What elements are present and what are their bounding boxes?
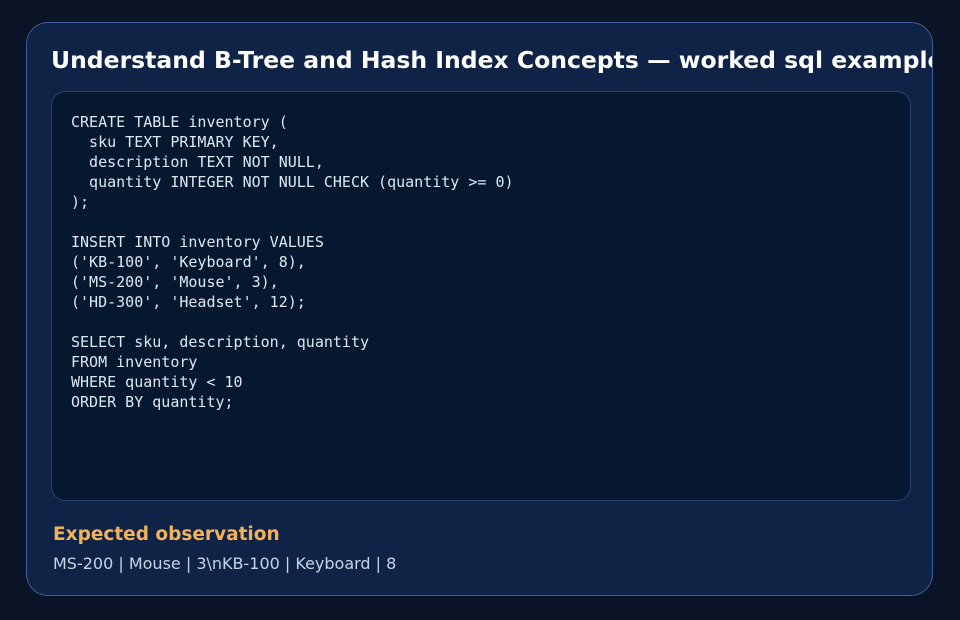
- observation-heading: Expected observation: [53, 524, 280, 545]
- code-panel: CREATE TABLE inventory ( sku TEXT PRIMAR…: [51, 91, 911, 501]
- card-title: Understand B-Tree and Hash Index Concept…: [51, 46, 933, 74]
- observation-text: MS-200 | Mouse | 3\nKB-100 | Keyboard | …: [53, 554, 397, 573]
- lesson-card: Understand B-Tree and Hash Index Concept…: [26, 22, 933, 596]
- sql-code-block: CREATE TABLE inventory ( sku TEXT PRIMAR…: [71, 113, 514, 411]
